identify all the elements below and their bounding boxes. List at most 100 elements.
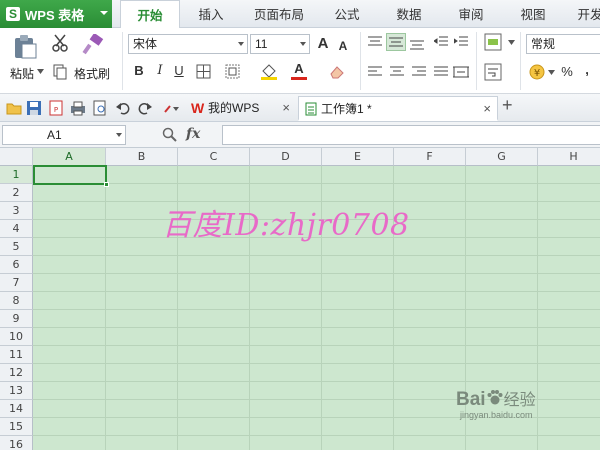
- app-menu-button[interactable]: S WPS 表格: [0, 0, 112, 28]
- format-painter-label[interactable]: 格式刷: [74, 65, 110, 82]
- tab-insert[interactable]: 插入: [186, 0, 236, 28]
- caret-down-icon[interactable]: [116, 133, 122, 138]
- column-header-f[interactable]: F: [394, 148, 466, 166]
- row-header[interactable]: 5: [0, 238, 33, 256]
- wps-logo-icon: W: [191, 100, 205, 116]
- svg-text:P: P: [54, 106, 58, 114]
- column-header-c[interactable]: C: [178, 148, 250, 166]
- redo-icon[interactable]: [138, 101, 152, 115]
- font-color-icon[interactable]: A: [290, 60, 308, 78]
- italic-button[interactable]: I: [151, 62, 169, 80]
- selected-cell-a1[interactable]: [33, 165, 109, 187]
- tab-review[interactable]: 审阅: [446, 0, 496, 28]
- caret-down-icon[interactable]: [548, 70, 555, 76]
- close-icon[interactable]: ×: [282, 96, 290, 120]
- row-header[interactable]: 10: [0, 328, 33, 346]
- tab-home[interactable]: 开始: [120, 0, 180, 29]
- align-bottom-icon[interactable]: [410, 38, 424, 50]
- column-header-h[interactable]: H: [538, 148, 600, 166]
- divider: [122, 32, 123, 90]
- underline-button[interactable]: U: [170, 62, 188, 80]
- tab-page-layout[interactable]: 页面布局: [244, 0, 314, 28]
- align-left-icon[interactable]: [368, 66, 382, 78]
- copy-icon[interactable]: [53, 64, 67, 80]
- distribute-icon[interactable]: [453, 65, 469, 79]
- select-all-corner[interactable]: [0, 148, 33, 166]
- formula-bar: A1 fx: [0, 122, 600, 148]
- clear-format-icon[interactable]: [328, 64, 346, 80]
- name-box[interactable]: A1: [2, 125, 126, 145]
- align-middle-button[interactable]: [386, 33, 406, 51]
- caret-down-icon[interactable]: [508, 40, 515, 46]
- print-icon[interactable]: [70, 100, 86, 116]
- row-header[interactable]: 13: [0, 382, 33, 400]
- row-header[interactable]: 1: [0, 166, 33, 184]
- format-painter-icon[interactable]: [82, 34, 104, 56]
- row-header[interactable]: 16: [0, 436, 33, 450]
- row-header[interactable]: 7: [0, 274, 33, 292]
- align-top-icon[interactable]: [368, 36, 382, 48]
- fill-handle[interactable]: [104, 182, 109, 187]
- column-header-g[interactable]: G: [466, 148, 538, 166]
- column-header-d[interactable]: D: [250, 148, 322, 166]
- open-folder-icon[interactable]: [6, 101, 22, 115]
- wrap-text-icon[interactable]: [484, 63, 502, 81]
- increase-indent-icon[interactable]: [454, 36, 468, 48]
- zoom-search-icon[interactable]: [162, 127, 178, 143]
- paste-label[interactable]: 粘贴: [10, 65, 34, 82]
- caret-down-icon[interactable]: [37, 69, 44, 75]
- save-icon[interactable]: [26, 100, 42, 116]
- fill-color-icon[interactable]: [260, 63, 278, 81]
- doc-tab-workbook[interactable]: 工作簿1 * ×: [298, 96, 498, 121]
- grid-line: [33, 291, 600, 292]
- justify-icon[interactable]: [434, 66, 448, 78]
- column-header-b[interactable]: B: [106, 148, 178, 166]
- tab-view[interactable]: 视图: [508, 0, 558, 28]
- number-format-select[interactable]: 常规: [526, 34, 600, 54]
- currency-icon[interactable]: ¥: [528, 63, 546, 81]
- percent-button[interactable]: %: [558, 63, 576, 81]
- align-center-icon[interactable]: [390, 66, 404, 78]
- font-size-value: 11: [255, 37, 268, 51]
- borders-icon[interactable]: [196, 64, 212, 80]
- row-header[interactable]: 11: [0, 346, 33, 364]
- font-name-select[interactable]: 宋体: [128, 34, 248, 54]
- row-header[interactable]: 3: [0, 202, 33, 220]
- paste-icon[interactable]: [12, 34, 38, 60]
- cut-icon[interactable]: [52, 34, 68, 52]
- column-header-e[interactable]: E: [322, 148, 394, 166]
- doc-tab-my-wps[interactable]: W 我的WPS ×: [186, 96, 296, 121]
- column-header-a[interactable]: A: [33, 148, 106, 166]
- row-header[interactable]: 6: [0, 256, 33, 274]
- bold-button[interactable]: B: [130, 62, 148, 80]
- print-preview-icon[interactable]: [92, 100, 108, 116]
- tab-formulas[interactable]: 公式: [322, 0, 372, 28]
- decrease-indent-icon[interactable]: [434, 36, 448, 48]
- customize-toolbar-icon[interactable]: [164, 102, 180, 114]
- doc-tab-label: 工作簿1 *: [321, 102, 372, 116]
- shrink-font-icon[interactable]: A: [334, 37, 352, 55]
- row-header[interactable]: 15: [0, 418, 33, 436]
- merge-center-icon[interactable]: [484, 33, 502, 51]
- row-header[interactable]: 4: [0, 220, 33, 238]
- row-header[interactable]: 14: [0, 400, 33, 418]
- comma-button[interactable]: ,: [578, 61, 596, 79]
- undo-icon[interactable]: [116, 101, 130, 115]
- grid-line: [33, 363, 600, 364]
- align-right-icon[interactable]: [412, 66, 426, 78]
- new-tab-button[interactable]: +: [502, 95, 513, 116]
- insert-function-button[interactable]: fx: [186, 126, 200, 142]
- spreadsheet-grid[interactable]: A B C D E F G H 1 2 3 4 5 6 7 8 9 10 11 …: [0, 148, 600, 450]
- font-size-select[interactable]: 11: [250, 34, 310, 54]
- row-header[interactable]: 12: [0, 364, 33, 382]
- formula-input[interactable]: [222, 125, 600, 145]
- grow-font-icon[interactable]: A: [314, 35, 332, 53]
- row-header[interactable]: 9: [0, 310, 33, 328]
- row-header[interactable]: 8: [0, 292, 33, 310]
- tab-data[interactable]: 数据: [384, 0, 434, 28]
- export-pdf-icon[interactable]: P: [48, 100, 64, 116]
- row-header[interactable]: 2: [0, 184, 33, 202]
- close-icon[interactable]: ×: [483, 97, 491, 121]
- tab-developer[interactable]: 开发: [570, 0, 600, 28]
- merge-cells-icon[interactable]: [225, 64, 241, 80]
